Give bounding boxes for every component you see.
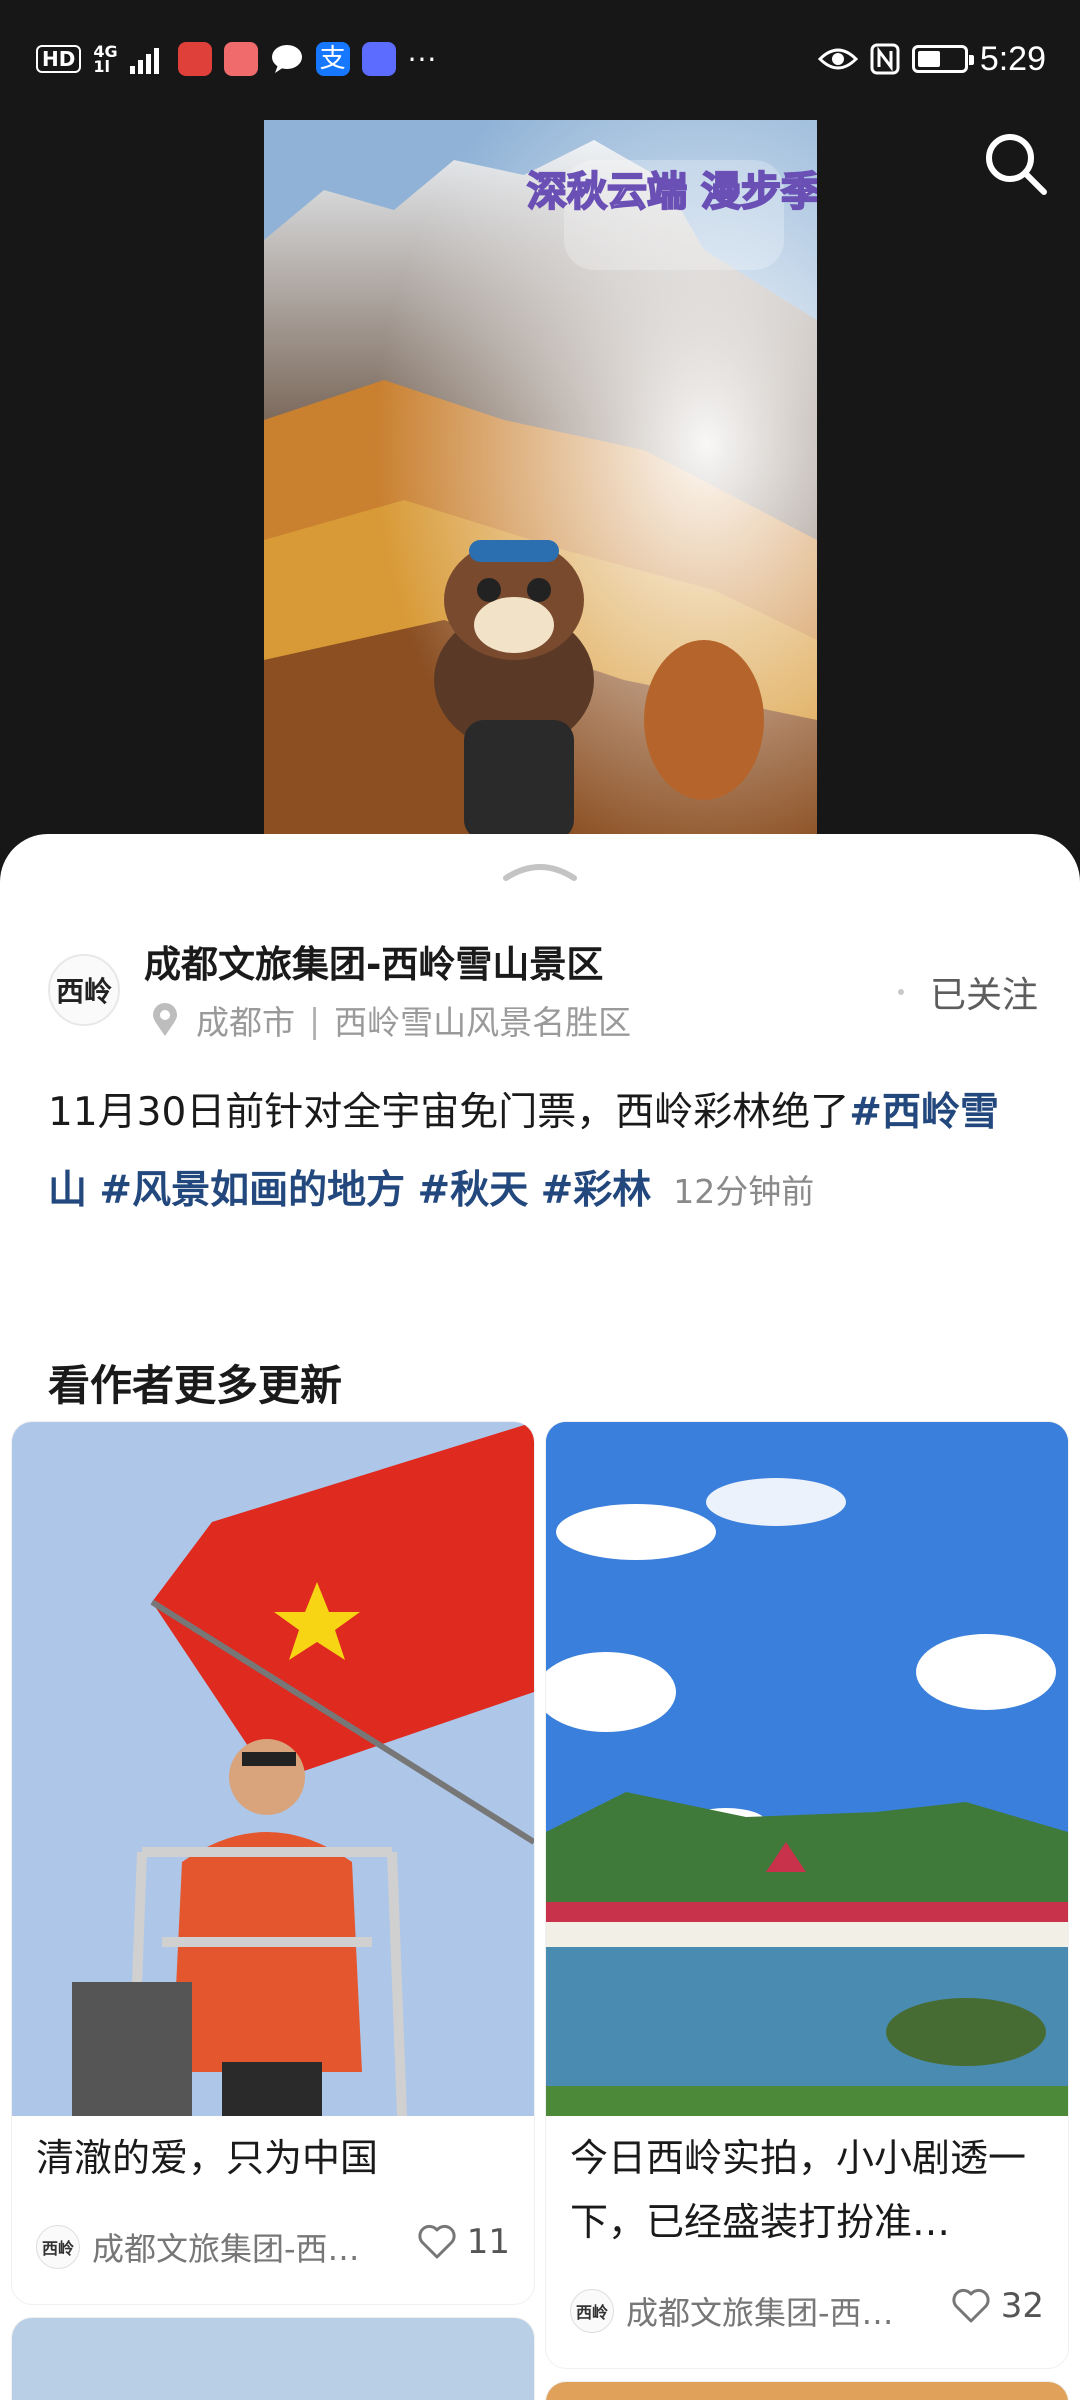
author-name[interactable]: 成都文旅集团-西岭雪山景区 (144, 934, 603, 988)
post-time: 12分钟前 (673, 1172, 815, 1211)
follow-label: 已关注 (929, 975, 1038, 1016)
hero-image[interactable]: 深秋云端 漫步季 (264, 120, 817, 840)
card-image-1 (12, 1422, 534, 2116)
card-author-name-2: 成都文旅集团-西… (626, 2294, 894, 2332)
app-icon (223, 42, 258, 76)
signal-icon (129, 48, 159, 74)
battery-level (917, 51, 940, 67)
card-author-avatar-1: 西岭 (36, 2225, 80, 2269)
heart-icon (418, 2224, 456, 2259)
post-card-2[interactable]: 今日西岭实拍，小小剧透一下，已经盛装打扮准… 西岭 成都文旅集团-西… 32 (546, 1422, 1068, 2368)
location[interactable]: 成都市 | 西岭雪山风景名胜区 (152, 996, 631, 1044)
card-author-name-1: 成都文旅集团-西… (92, 2230, 360, 2268)
card-author-2[interactable]: 西岭 成都文旅集团-西… (570, 2288, 894, 2334)
battery-icon (911, 45, 974, 73)
hashtag-autumn[interactable]: #秋天 (418, 1168, 529, 1213)
chevron-up-icon[interactable] (500, 856, 580, 882)
post-text: 11月30日前针对全宇宙免门票，西岭彩林绝了#西岭雪山 #风景如画的地方 #秋天… (48, 1074, 1028, 1231)
alipay-icon: 支 (315, 42, 350, 76)
post-card-4[interactable] (546, 2382, 1068, 2400)
location-pin-icon (153, 1003, 177, 1036)
hashtag-scenery[interactable]: #风景如画的地方 (99, 1168, 405, 1213)
screen: HD 4G 1l 支 ··· 5:29 深秋云端 漫步季 西岭 成都文旅集团-西… (0, 0, 1080, 2400)
author-row: 西岭 成都文旅集团-西岭雪山景区 成都市 | 西岭雪山风景名胜区 已关注 (48, 934, 1038, 1044)
like-button-1[interactable]: 11 (417, 2222, 510, 2262)
follow-dot (897, 989, 904, 995)
hero-scenery: 深秋云端 漫步季 (264, 120, 817, 840)
clock: 5:29 (979, 39, 1046, 78)
detail-sheet: 西岭 成都文旅集团-西岭雪山景区 成都市 | 西岭雪山风景名胜区 已关注 11月… (0, 834, 1080, 2400)
section-title: 看作者更多更新 (48, 1361, 343, 1410)
location-place: 西岭雪山风景名胜区 (334, 1003, 632, 1042)
card-title-1: 清澈的爱，只为中国 (36, 2136, 379, 2180)
nfc-icon (870, 43, 900, 75)
card-author-1[interactable]: 西岭 成都文旅集团-西… (36, 2224, 360, 2270)
hashtag-forest[interactable]: #彩林 (541, 1168, 652, 1213)
location-city: 成都市 (196, 1003, 295, 1042)
message-icon (271, 45, 302, 73)
card-author-avatar-2: 西岭 (570, 2289, 614, 2333)
post-card-1[interactable]: 清澈的爱，只为中国 西岭 成都文旅集团-西… 11 (12, 1422, 534, 2304)
author-avatar[interactable]: 西岭 (48, 954, 120, 1026)
search-icon[interactable] (980, 128, 1050, 198)
eye-icon (817, 48, 858, 70)
status-left: HD 4G 1l 支 ··· (36, 42, 437, 76)
hero-overlay-title: 深秋云端 漫步季 (527, 169, 817, 215)
like-count-1: 11 (466, 2222, 510, 2262)
status-bar: HD 4G 1l 支 ··· 5:29 (0, 0, 1080, 118)
post-body: 11月30日前针对全宇宙免门票，西岭彩林绝了 (48, 1090, 850, 1135)
hd-indicator: HD (36, 45, 82, 73)
follow-button[interactable]: 已关注 (897, 966, 1038, 1018)
music-icon (361, 42, 396, 76)
network-indicator: 4G 1l (93, 44, 117, 76)
like-count-2: 32 (1000, 2286, 1044, 2326)
like-button-2[interactable]: 32 (951, 2286, 1044, 2326)
location-separator: | (309, 1000, 321, 1040)
more-dots-icon: ··· (407, 42, 438, 76)
weibo-app-icon (177, 42, 212, 76)
network-sub-label: 1l (93, 57, 110, 76)
heart-icon (952, 2288, 990, 2323)
post-card-3[interactable] (12, 2318, 534, 2400)
status-right: 5:29 (817, 39, 1046, 79)
card-image-2 (546, 1422, 1068, 2116)
card-title-2: 今日西岭实拍，小小剧透一下，已经盛装打扮准… (570, 2136, 1027, 2244)
